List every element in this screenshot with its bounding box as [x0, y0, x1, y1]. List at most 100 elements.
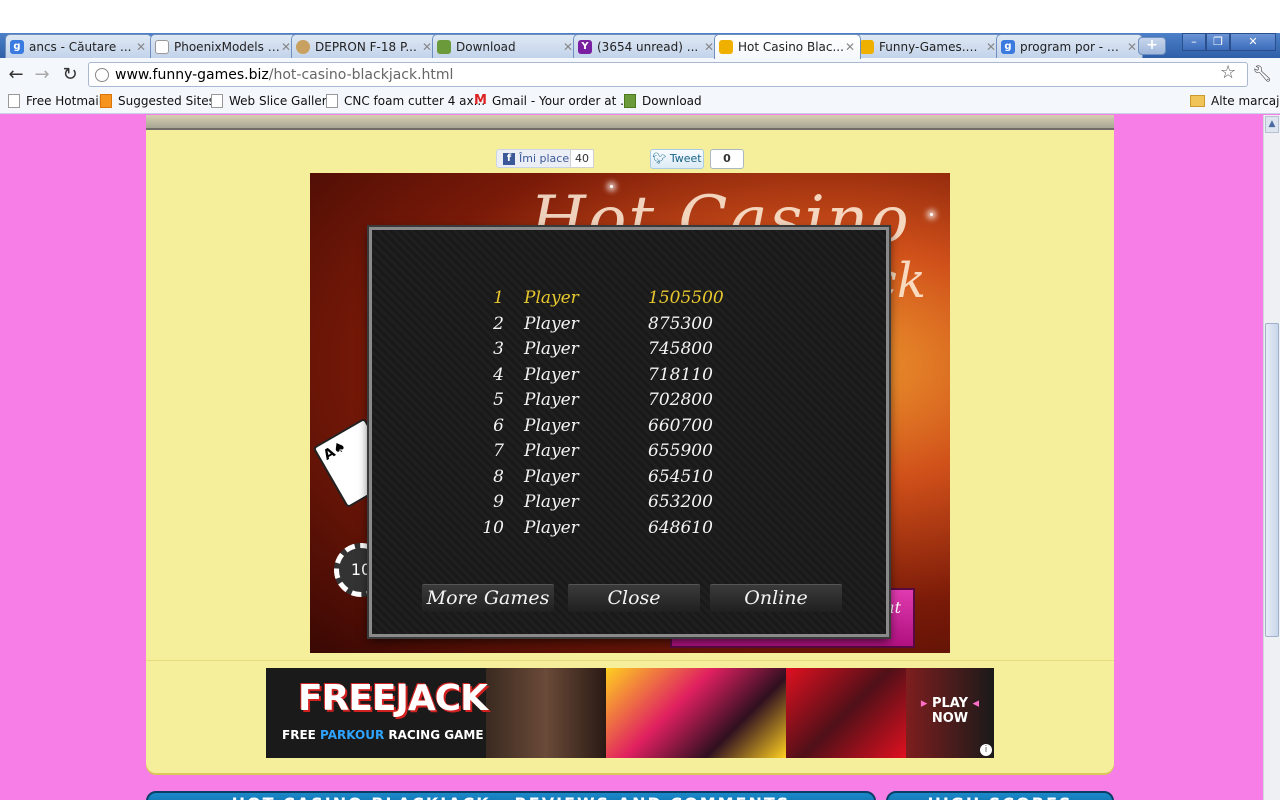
close-window-button[interactable]: ✕	[1230, 33, 1276, 51]
rank: 2	[493, 313, 504, 334]
close-button[interactable]: Close	[568, 584, 700, 612]
tab-label: PhoenixModels -...	[174, 39, 280, 54]
vertical-scrollbar[interactable]: ▲	[1263, 115, 1280, 800]
bookmark-free-hotmail[interactable]: Free Hotmail	[8, 94, 102, 108]
restore-button[interactable]: ❐	[1206, 33, 1230, 51]
bookmark-cnc-foam-cutter[interactable]: CNC foam cutter 4 ax...	[326, 94, 485, 108]
bookmark-download[interactable]: Download	[624, 94, 702, 108]
tab-6[interactable]: Funny-Games.bi... ✕	[855, 34, 1002, 58]
tab-0[interactable]: g ancs - Căutare ... ✕	[5, 34, 152, 58]
folder-icon	[1190, 95, 1205, 107]
sparkle	[930, 213, 933, 216]
game-canvas[interactable]: Hot Casino ck A♠ 10 at 1 Player 1505500 2P…	[310, 173, 950, 653]
rank: 3	[493, 339, 504, 359]
back-arrow-icon[interactable]: ←	[6, 65, 26, 85]
tweet-label: Tweet	[669, 152, 702, 165]
tab-5[interactable]: Hot Casino Blac... ✕	[714, 34, 861, 59]
tab-strip: g ancs - Căutare ... ✕ PhoenixModels -..…	[0, 33, 1280, 59]
tab-label: program por - C...	[1020, 39, 1126, 54]
page-viewport: f Îmi place 40 🐦︎ Tweet 0 Hot Casino ck …	[0, 115, 1263, 800]
page-icon	[326, 94, 338, 108]
bookmark-star-icon[interactable]: ☆	[1220, 62, 1236, 83]
tab-2[interactable]: DEPRON F-18 P... ✕	[291, 34, 438, 58]
info-icon[interactable]: i	[980, 744, 992, 756]
bookmark-gmail[interactable]: M Gmail - Your order at ...	[474, 94, 632, 109]
tab-label: DEPRON F-18 P...	[315, 39, 417, 54]
bookmark-suggested-sites[interactable]: Suggested Sites	[100, 94, 215, 108]
score: 702800	[648, 390, 713, 410]
scroll-up-icon[interactable]: ▲	[1265, 116, 1279, 133]
address-bar[interactable]: www.funny-games.biz /hot-casino-blackjac…	[88, 62, 1248, 87]
bookmarks-bar: Free Hotmail Suggested Sites Web Slice G…	[0, 91, 1280, 114]
disc-icon	[296, 39, 310, 54]
close-icon[interactable]: ✕	[844, 40, 856, 54]
globe-icon	[95, 67, 109, 82]
close-icon[interactable]: ✕	[135, 40, 147, 54]
score: 718110	[648, 364, 713, 385]
close-icon[interactable]: ✕	[1126, 40, 1138, 54]
highscores-section-header: HIGH SCORES	[886, 791, 1114, 800]
tab-7[interactable]: g program por - C... ✕	[996, 34, 1143, 58]
divider	[146, 660, 1114, 661]
rank: 10	[482, 517, 504, 538]
player-name: Player	[524, 313, 579, 334]
page-icon	[211, 94, 223, 108]
reload-icon[interactable]: ↻	[60, 65, 80, 85]
funny-games-icon	[719, 40, 733, 54]
tagline-highlight: PARKOUR	[320, 728, 385, 742]
like-count: 40	[570, 149, 594, 168]
score: 655900	[648, 441, 713, 461]
rank: 7	[493, 441, 504, 461]
ad-banner[interactable]: FREEJACK FREE PARKOUR RACING GAME ▸ PLAY…	[266, 668, 994, 758]
bookmark-label: CNC foam cutter 4 ax...	[344, 94, 486, 108]
ad-logo: FREEJACK	[298, 678, 488, 719]
tab-label: Download	[456, 39, 516, 54]
score: 653200	[648, 492, 713, 512]
player-name: Player	[524, 364, 579, 385]
suggested-sites-icon	[100, 94, 112, 108]
bookmark-label: Gmail - Your order at ...	[492, 94, 632, 108]
now-label: NOW	[931, 711, 969, 726]
highscores-dialog: 1 Player 1505500 2 Player 875300 3 Player 7458…	[369, 227, 889, 637]
rank: 9	[493, 492, 504, 512]
yahoo-icon: Y	[578, 39, 592, 54]
score: 745800	[648, 339, 713, 359]
bookmark-label: Free Hotmail	[26, 94, 103, 108]
player-name: Player	[524, 339, 579, 359]
player-name: Player	[524, 288, 579, 308]
rank: 8	[493, 466, 504, 487]
url-path: /hot-casino-blackjack.html	[268, 66, 454, 83]
tab-1[interactable]: PhoenixModels -... ✕	[150, 34, 297, 58]
url-host: www.funny-games.biz	[115, 66, 269, 83]
tagline-suffix: RACING GAME	[384, 728, 484, 742]
tab-3[interactable]: Download ✕	[432, 34, 579, 58]
forward-arrow-icon[interactable]: →	[32, 65, 52, 85]
wrench-icon[interactable]: 🔧︎	[1252, 64, 1272, 83]
bookmark-label: Download	[642, 94, 702, 108]
score: 648610	[648, 517, 713, 538]
google-icon: g	[10, 39, 24, 54]
player-name: Player	[524, 441, 579, 461]
player-name: Player	[524, 517, 579, 538]
tab-4[interactable]: Y (3654 unread) ... ✕	[573, 34, 720, 58]
play-now-button[interactable]: ▸ PLAY ◂ NOW	[920, 696, 980, 726]
triangle-right-icon: ▸	[920, 696, 928, 711]
tagline-prefix: FREE	[282, 728, 321, 742]
bookmark-label: Web Slice Gallery	[229, 94, 334, 108]
tweet-button[interactable]: 🐦︎ Tweet	[650, 149, 704, 169]
download-icon	[437, 39, 451, 54]
reviews-section-header: HOT CASINO BLACKJACK - REVIEWS AND COMME…	[146, 791, 876, 800]
score: 875300	[648, 313, 713, 334]
player-name: Player	[524, 390, 579, 410]
facebook-like-button[interactable]: f Îmi place	[496, 149, 577, 168]
more-games-button[interactable]: More Games	[422, 584, 554, 612]
other-bookmarks[interactable]: Alte marcaje	[1190, 94, 1280, 108]
player-name: Player	[524, 466, 579, 487]
minimize-button[interactable]: –	[1182, 33, 1206, 51]
bookmark-web-slice-gallery[interactable]: Web Slice Gallery	[211, 94, 334, 108]
funny-games-icon	[860, 39, 874, 54]
bookmark-label: Suggested Sites	[118, 94, 215, 108]
scrollbar-thumb[interactable]	[1265, 323, 1279, 637]
new-tab-button[interactable]: +	[1138, 37, 1166, 55]
online-button[interactable]: Online	[710, 584, 842, 612]
